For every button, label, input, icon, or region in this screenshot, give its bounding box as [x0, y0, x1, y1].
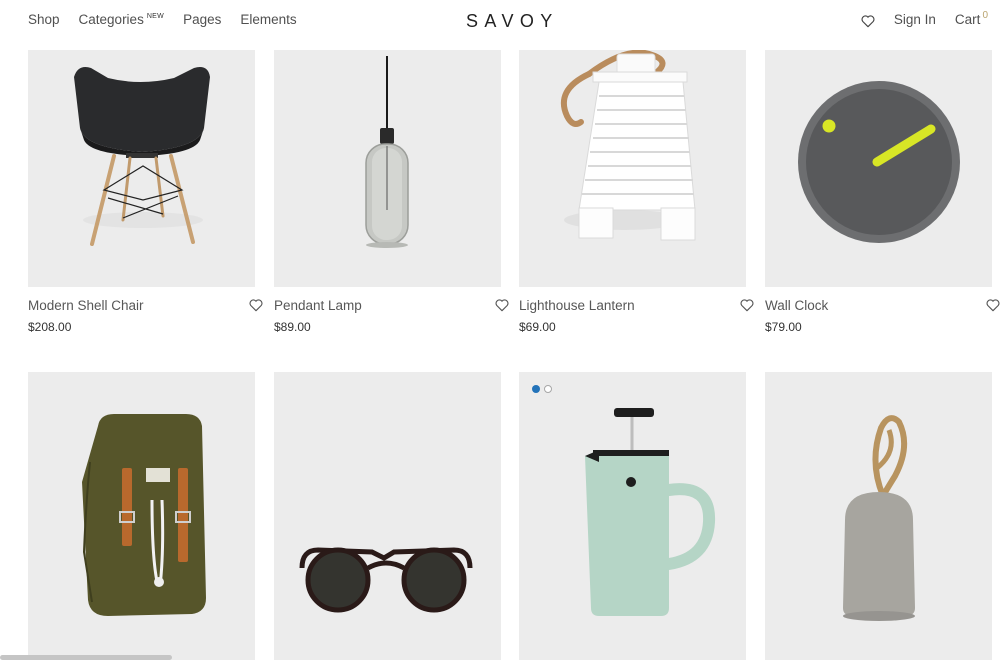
nav-categories-label: Categories	[78, 12, 144, 27]
nav-pages[interactable]: Pages	[183, 12, 221, 27]
heart-icon[interactable]	[985, 297, 1000, 313]
product-image[interactable]	[519, 50, 746, 287]
product-image[interactable]	[28, 372, 255, 660]
product-card[interactable]	[765, 372, 992, 660]
product-price: $79.00	[765, 320, 802, 334]
product-image[interactable]	[28, 50, 255, 287]
product-image[interactable]	[274, 372, 501, 660]
product-card[interactable]	[274, 372, 501, 660]
heart-icon[interactable]	[248, 297, 264, 313]
product-name[interactable]: Wall Clock	[765, 298, 828, 313]
product-card[interactable]: Lighthouse Lantern $69.00	[519, 50, 754, 334]
product-card[interactable]: Pendant Lamp $89.00	[274, 50, 509, 334]
product-card[interactable]	[519, 372, 746, 660]
heart-icon[interactable]	[739, 297, 755, 313]
product-card[interactable]: Wall Clock $79.00	[765, 50, 1000, 334]
product-image[interactable]	[519, 372, 746, 660]
product-image[interactable]	[765, 372, 992, 660]
sign-in-link[interactable]: Sign In	[894, 12, 936, 27]
product-image[interactable]	[274, 50, 501, 287]
horizontal-scrollbar[interactable]	[0, 655, 172, 660]
product-name[interactable]: Lighthouse Lantern	[519, 298, 635, 313]
product-name[interactable]: Pendant Lamp	[274, 298, 362, 313]
product-card[interactable]	[28, 372, 255, 660]
product-price: $89.00	[274, 320, 311, 334]
nav-elements[interactable]: Elements	[240, 12, 296, 27]
new-badge: NEW	[146, 13, 165, 20]
site-header: Shop Categories NEW Pages Elements SAVOY …	[0, 0, 1000, 42]
nav-shop[interactable]: Shop	[28, 12, 60, 27]
cart-count: 0	[982, 10, 988, 21]
heart-icon[interactable]	[494, 297, 510, 313]
product-image[interactable]	[765, 50, 992, 287]
site-logo[interactable]: SAVOY	[466, 11, 559, 32]
product-card[interactable]: Modern Shell Chair $208.00	[28, 50, 263, 334]
header-actions: Sign In Cart 0	[860, 10, 988, 29]
product-price: $69.00	[519, 320, 556, 334]
cart-label: Cart	[954, 12, 981, 27]
heart-icon[interactable]	[860, 13, 876, 29]
product-name[interactable]: Modern Shell Chair	[28, 298, 144, 313]
product-price: $208.00	[28, 320, 72, 334]
nav-categories[interactable]: Categories NEW	[79, 12, 165, 27]
main-nav: Shop Categories NEW Pages Elements	[28, 12, 316, 27]
cart-link[interactable]: Cart 0	[954, 10, 988, 27]
